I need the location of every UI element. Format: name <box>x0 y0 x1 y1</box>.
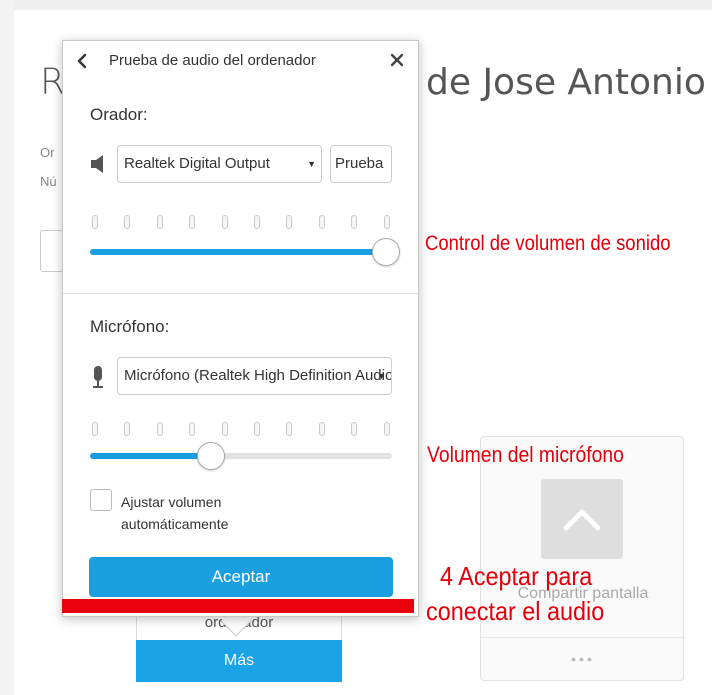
level-bar <box>254 215 260 229</box>
slider-thumb[interactable] <box>197 442 225 470</box>
share-screen-card[interactable]: Compartir pantalla ••• <box>480 436 685 681</box>
speaker-test-button[interactable]: Prueba <box>330 145 392 183</box>
page-left-shade <box>0 0 14 695</box>
level-bar <box>189 422 196 436</box>
level-bar <box>156 215 163 229</box>
share-screen-tile[interactable] <box>541 479 623 559</box>
meeting-info-line-1: Or <box>40 145 55 160</box>
meeting-title-right: de Jose Antonio <box>426 62 706 103</box>
section-divider <box>63 293 418 294</box>
level-bar <box>221 422 228 436</box>
level-bar <box>124 422 131 436</box>
speaker-icon <box>91 154 105 176</box>
slider-fill <box>90 453 211 459</box>
annotation-accept-line-2: conectar el audio <box>426 596 605 626</box>
level-bar <box>156 422 163 436</box>
share-card-divider <box>481 637 685 638</box>
level-bar <box>254 422 260 436</box>
meeting-info-line-2: Nú <box>40 174 57 189</box>
more-button[interactable]: Más <box>136 640 342 682</box>
close-button[interactable] <box>386 49 408 71</box>
level-bar <box>92 215 98 229</box>
chevron-down-icon: ▼ <box>377 371 386 381</box>
level-bar <box>318 215 325 229</box>
microphone-volume-slider[interactable] <box>90 440 394 470</box>
slider-thumb[interactable] <box>372 238 400 266</box>
level-bar <box>92 422 98 436</box>
slider-fill <box>90 249 386 255</box>
level-bar <box>383 422 390 436</box>
chevron-left-icon <box>77 53 87 69</box>
speaker-level-meter <box>90 215 392 229</box>
auto-adjust-checkbox[interactable] <box>90 489 112 511</box>
level-bar <box>351 422 358 436</box>
popup-header: Prueba de audio del ordenador <box>63 41 420 81</box>
page-top-shade <box>0 0 712 10</box>
microphone-label: Micrófono: <box>90 317 170 336</box>
level-bar <box>124 215 131 229</box>
highlight-bar <box>62 599 414 613</box>
level-bar <box>221 215 228 229</box>
accept-button[interactable]: Aceptar <box>89 557 393 597</box>
speaker-device-select[interactable]: Realtek Digital Output ▼ <box>117 145 322 183</box>
speaker-label: Orador: <box>90 105 148 124</box>
level-bar <box>189 215 196 229</box>
annotation-mic-volume: Volumen del micrófono <box>427 442 624 467</box>
annotation-accept-line-1: 4 Aceptar para <box>440 561 593 591</box>
level-bar <box>318 422 325 436</box>
level-bar <box>286 215 293 229</box>
level-bar <box>286 422 293 436</box>
microphone-device-select[interactable]: Micrófono (Realtek High Definition Audio… <box>117 357 392 395</box>
chevron-up-icon <box>563 509 601 531</box>
level-bar <box>383 215 390 229</box>
chevron-down-icon: ▼ <box>307 159 316 169</box>
popup-title: Prueba de audio del ordenador <box>109 52 316 69</box>
audio-test-popup: Prueba de audio del ordenador Orador: Re… <box>62 40 419 617</box>
back-button[interactable] <box>75 51 95 71</box>
more-options-dots[interactable]: ••• <box>481 651 685 667</box>
auto-adjust-label: Ajustar volumen automáticamente <box>121 494 229 532</box>
annotation-speaker-volume: Control de volumen de sonido <box>425 232 671 255</box>
microphone-level-meter <box>90 422 392 436</box>
speaker-volume-slider[interactable] <box>90 236 400 266</box>
microphone-icon <box>91 366 105 388</box>
close-icon <box>390 53 404 67</box>
level-bar <box>351 215 358 229</box>
speaker-device-value: Realtek Digital Output <box>124 155 270 172</box>
microphone-device-value: Micrófono (Realtek High Definition Audio… <box>124 367 392 384</box>
